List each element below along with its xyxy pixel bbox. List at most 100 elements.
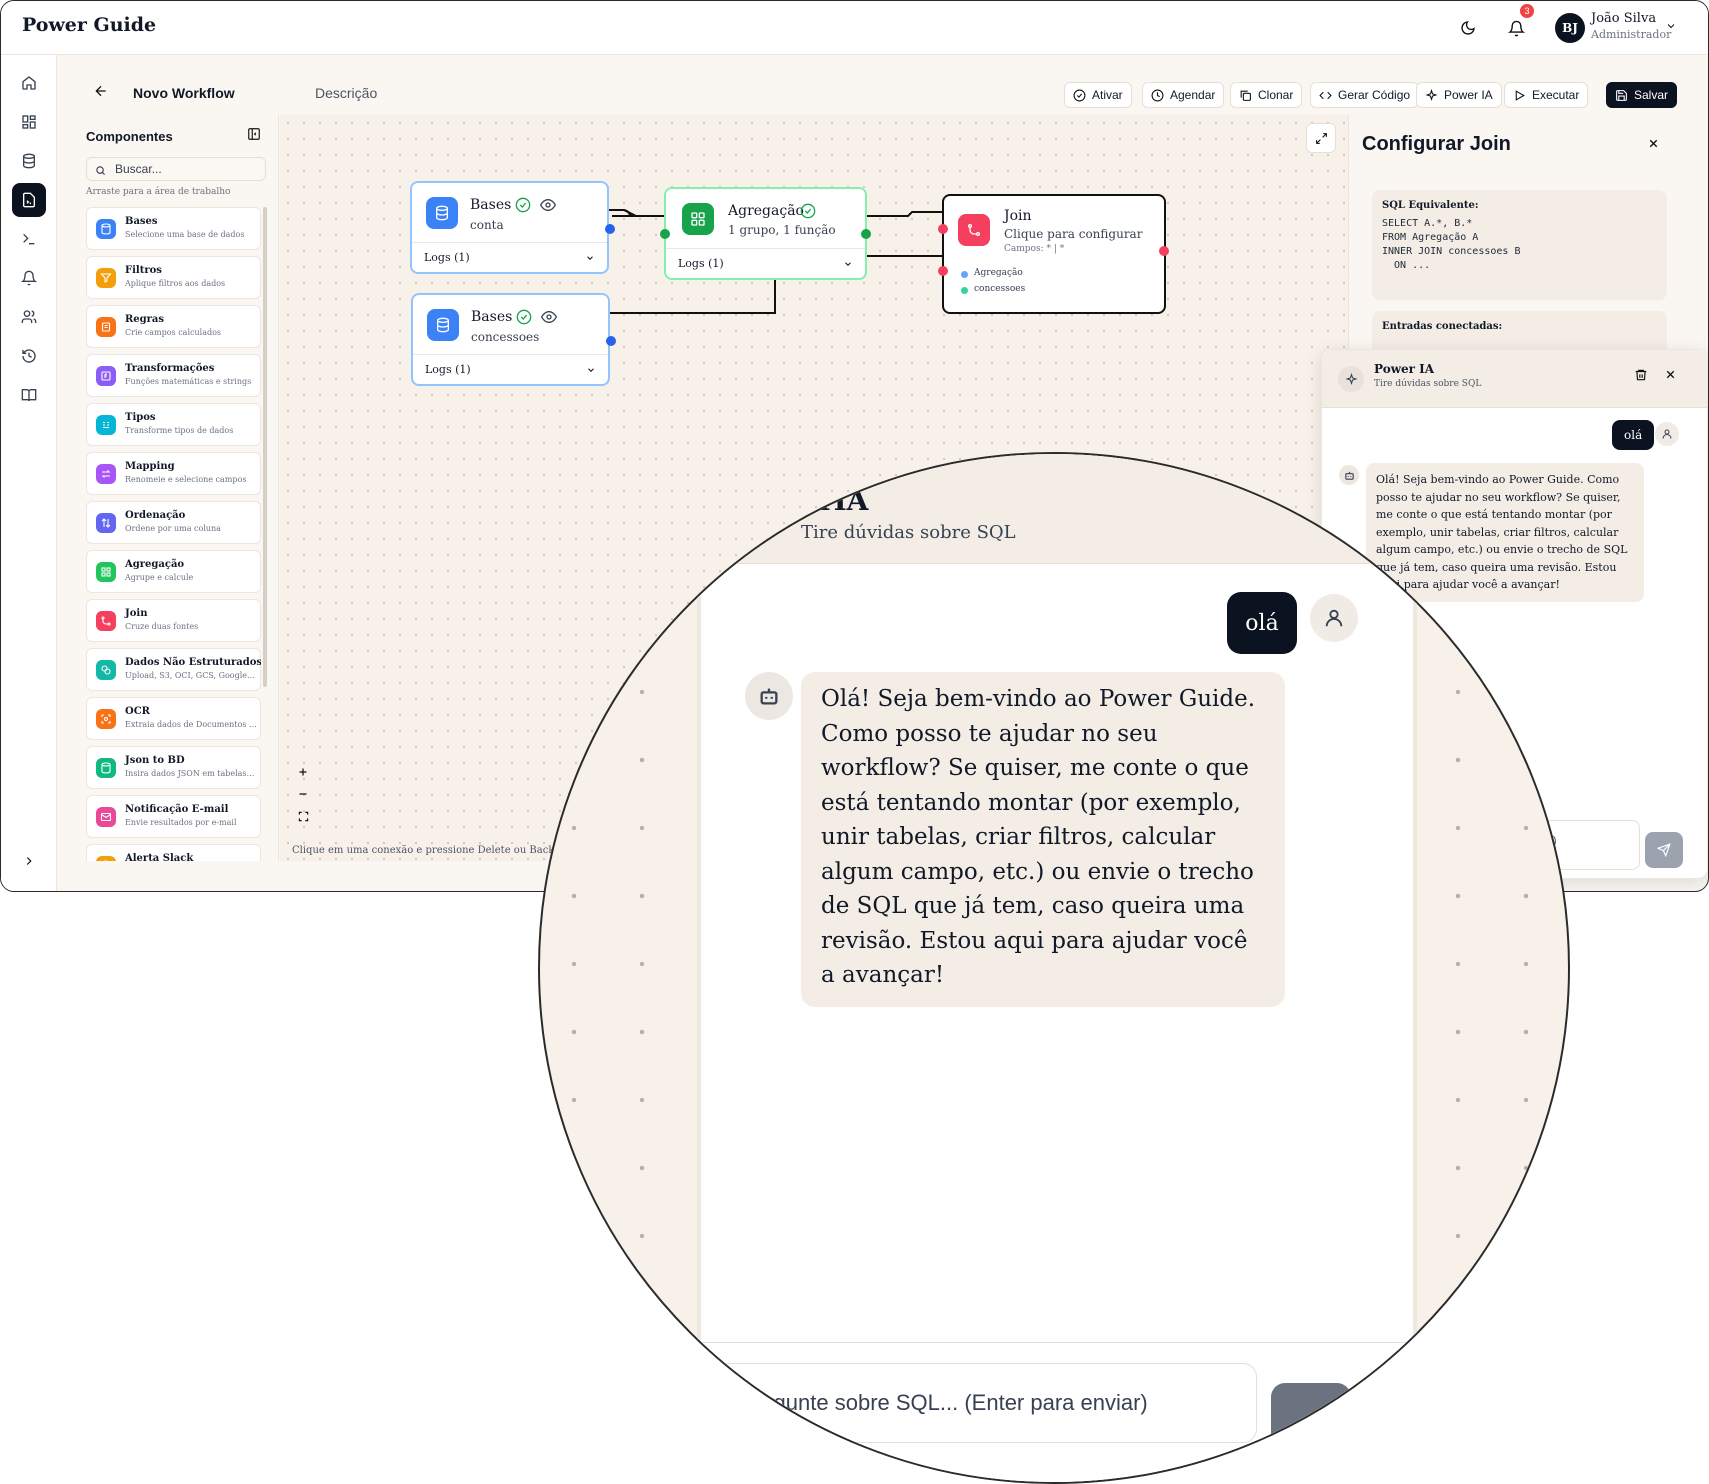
preview-eye-icon[interactable] [541, 309, 557, 325]
fit-view-icon[interactable] [292, 805, 314, 827]
magnified-input-area: ergunte sobre SQL... (Enter para enviar) [701, 1342, 1413, 1482]
input-port-a[interactable] [938, 224, 948, 234]
component-search-input[interactable]: Buscar... [86, 157, 266, 181]
expand-rail-chevron-right-icon[interactable] [12, 844, 46, 878]
clone-button[interactable]: Clonar [1230, 82, 1303, 108]
dashboard-grid-icon[interactable] [12, 105, 46, 139]
component-description: Insira dados JSON em tabelas do... [125, 769, 257, 778]
component-list-scrollbar[interactable] [263, 207, 267, 687]
component-name: Join [125, 608, 148, 619]
magnified-chat-input[interactable]: ergunte sobre SQL... (Enter para enviar) [701, 1363, 1257, 1443]
node-agregacao[interactable]: Agregação 1 grupo, 1 função Logs (1) [660, 187, 871, 280]
component-item[interactable]: Alerta Slack [86, 844, 261, 861]
back-arrow-icon[interactable] [93, 83, 109, 104]
magnified-chat-title: erIA [801, 484, 869, 517]
node-bases-concessoes[interactable]: Bases concessoes Logs (1) [411, 293, 616, 386]
component-item[interactable]: OCR Extraia dados de Documentos (F... [86, 697, 261, 740]
mail-icon [96, 807, 116, 827]
database-icon [96, 219, 116, 239]
component-description: Ordene por uma coluna [125, 524, 221, 533]
component-description: Agrupe e calcule [125, 573, 194, 582]
database-icon[interactable] [12, 144, 46, 178]
close-icon[interactable] [1647, 137, 1660, 155]
filter-icon [96, 268, 116, 288]
generate-code-button[interactable]: Gerar Código [1310, 82, 1420, 108]
workflow-title[interactable]: Novo Workflow [133, 85, 235, 101]
power-ia-button[interactable]: Power IA [1416, 82, 1502, 108]
collapse-panel-icon[interactable] [247, 127, 261, 146]
component-description: Extraia dados de Documentos (F... [125, 720, 257, 729]
magnified-send-button[interactable] [1271, 1383, 1351, 1463]
component-item[interactable]: Notificação E-mail Envie resultados por e… [86, 795, 261, 838]
magnified-chat-panel: erIA Tire dúvidas sobre SQL olá Olá! Sej… [697, 454, 1417, 1482]
alerts-bell-icon[interactable] [12, 261, 46, 295]
theme-toggle-moon-icon[interactable] [1455, 15, 1481, 41]
component-item[interactable]: Filtros Aplique filtros aos dados [86, 256, 261, 299]
rules-icon [96, 317, 116, 337]
component-item[interactable]: Tipos Transforme tipos de dados [86, 403, 261, 446]
connected-inputs-label: Entradas conectadas: [1382, 321, 1503, 332]
component-item[interactable]: Agregação Agrupe e calcule [86, 550, 261, 593]
component-item[interactable]: Json to BD Insira dados JSON em tabelas d… [86, 746, 261, 789]
schedule-button[interactable]: Agendar [1142, 82, 1225, 108]
close-chat-icon[interactable] [1664, 368, 1677, 386]
workflow-icon[interactable] [12, 183, 46, 217]
brand-logo[interactable]: Power Guide [22, 14, 156, 36]
user-avatar-icon [1655, 422, 1679, 446]
join-input-b: concessoes [974, 284, 1026, 294]
component-item[interactable]: Transformações Funções matemáticas e stri… [86, 354, 261, 397]
zoom-in-plus-icon[interactable] [292, 761, 314, 783]
search-icon [95, 163, 106, 181]
canvas-hint: Clique em uma conexão e pressione Delete… [292, 845, 584, 856]
component-item[interactable]: Regras Crie campos calculados [86, 305, 261, 348]
output-port[interactable] [1159, 246, 1169, 256]
user-name[interactable]: João Silva [1591, 11, 1656, 26]
component-item[interactable]: Mapping Renomeie e selecione campos [86, 452, 261, 495]
logs-label: Logs (1) [425, 363, 471, 376]
component-item[interactable]: Bases Selecione uma base de dados [86, 207, 261, 250]
fullscreen-expand-icon[interactable] [1306, 123, 1336, 153]
input-port-b[interactable] [938, 266, 948, 276]
node-bases-conta[interactable]: Bases conta Logs (1) [410, 181, 615, 274]
input-port[interactable] [660, 229, 670, 239]
node-logs-toggle[interactable]: Logs (1) [413, 354, 608, 384]
magnified-chat-subtitle: Tire dúvidas sobre SQL [801, 522, 1016, 543]
send-icon[interactable] [1645, 832, 1683, 868]
component-item[interactable]: Join Cruze duas fontes [86, 599, 261, 642]
users-icon[interactable] [12, 300, 46, 334]
docs-book-icon[interactable] [12, 378, 46, 412]
node-logs-toggle[interactable]: Logs (1) [412, 242, 607, 272]
status-check-icon [516, 309, 532, 325]
execute-button[interactable]: Executar [1504, 82, 1589, 108]
save-button[interactable]: Salvar [1606, 82, 1678, 108]
output-port[interactable] [605, 224, 615, 234]
user-menu-chevron-down-icon[interactable] [1665, 19, 1677, 37]
history-icon[interactable] [12, 339, 46, 373]
component-name: Mapping [125, 461, 175, 472]
terminal-icon[interactable] [12, 222, 46, 256]
output-port[interactable] [606, 336, 616, 346]
node-join[interactable]: Join Clique para configurar Campos: * | … [938, 194, 1169, 314]
ocr-icon [96, 709, 116, 729]
activate-button[interactable]: Ativar [1064, 82, 1132, 108]
notification-bell-icon[interactable] [1503, 15, 1529, 41]
zoom-out-minus-icon[interactable] [292, 783, 314, 805]
status-check-icon [515, 197, 531, 213]
node-logs-toggle[interactable]: Logs (1) [666, 248, 865, 278]
workflow-description-input[interactable]: Descrição [315, 85, 377, 101]
user-avatar[interactable]: BJ [1555, 13, 1585, 43]
preview-eye-icon[interactable] [540, 197, 556, 213]
aggregate-icon [96, 562, 116, 582]
left-rail [1, 55, 57, 891]
output-port[interactable] [861, 229, 871, 239]
component-description: Renomeie e selecione campos [125, 475, 247, 484]
component-item[interactable]: Ordenação Ordene por uma coluna [86, 501, 261, 544]
clear-chat-trash-icon[interactable] [1634, 368, 1648, 387]
home-icon[interactable] [12, 66, 46, 100]
component-item[interactable]: Dados Não Estruturados Upload, S3, OCI, G… [86, 648, 261, 691]
node-title: Bases [471, 309, 513, 325]
chevron-down-icon [588, 368, 594, 372]
component-description: Aplique filtros aos dados [125, 279, 226, 288]
component-name: Tipos [125, 412, 156, 423]
code-icon [1319, 91, 1332, 99]
